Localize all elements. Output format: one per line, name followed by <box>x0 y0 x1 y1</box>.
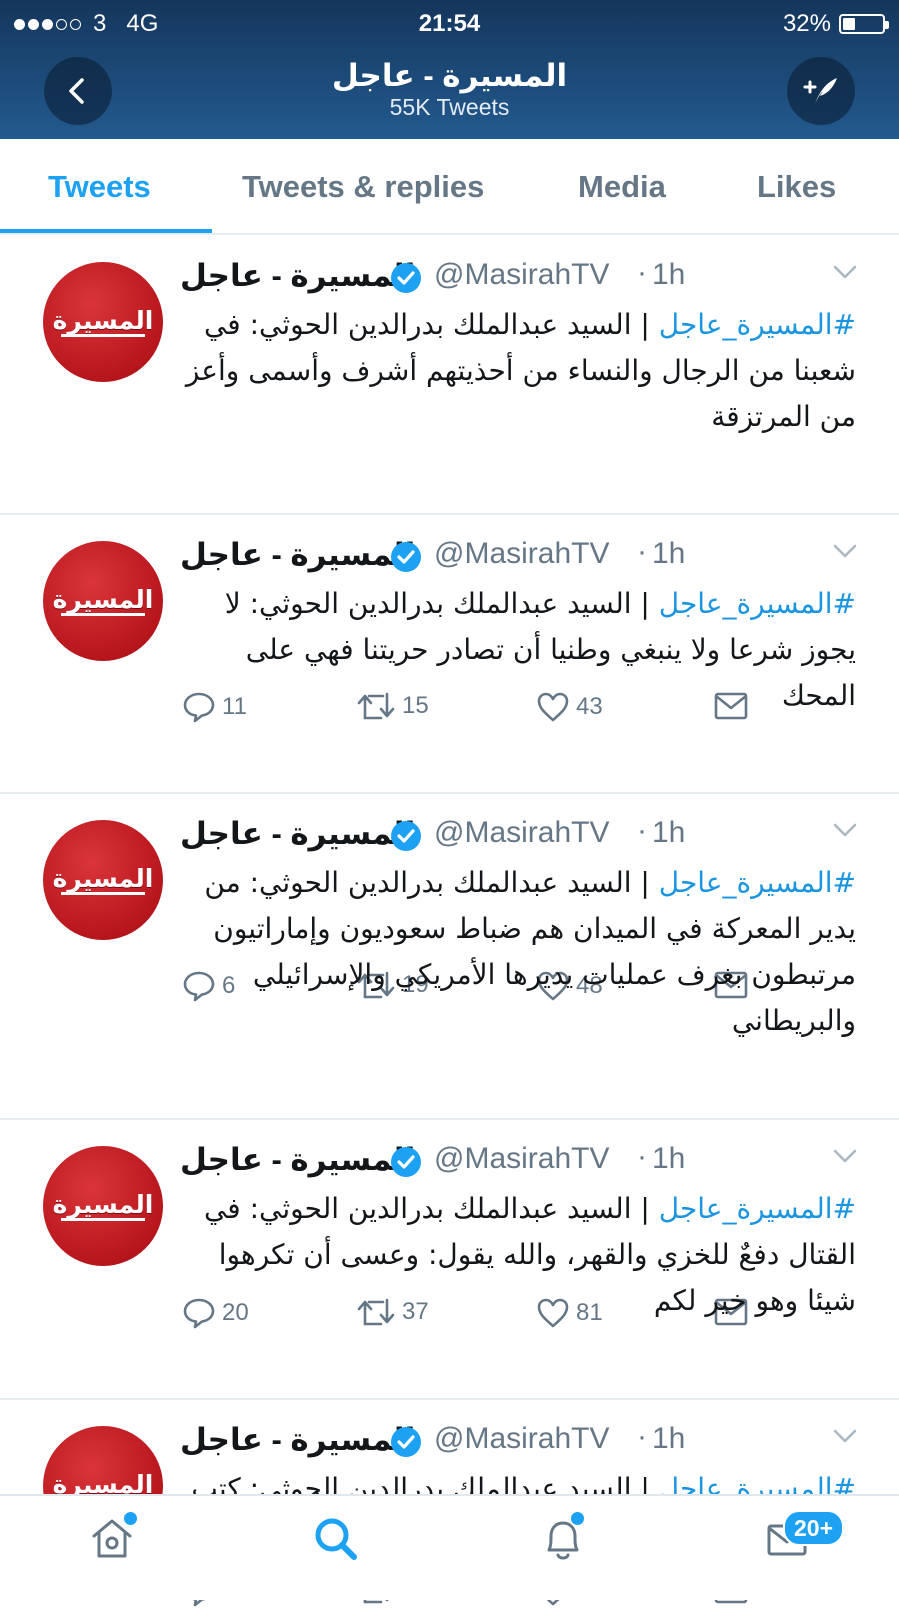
tab-tweets-and-replies[interactable]: Tweets & replies <box>242 169 484 205</box>
compose-tweet-button[interactable] <box>787 57 855 125</box>
nav-search[interactable] <box>311 1514 361 1569</box>
tweet-author-name[interactable]: المسيرة - عاجل <box>180 816 415 852</box>
tweet-separator: · <box>637 256 647 289</box>
chevron-down-icon[interactable] <box>833 264 857 280</box>
profile-tabs: Tweets Tweets & replies Media Likes <box>0 139 899 235</box>
avatar-logo: المسيرة <box>52 306 155 335</box>
tweet-text: #المسيرة_عاجل | السيد عبدالملك بدرالدين … <box>180 860 856 1044</box>
avatar[interactable]: المسيرة <box>43 1146 163 1266</box>
tweet[interactable]: المسيرة المسيرة - عاجل @MasirahTV · 1h #… <box>0 236 899 723</box>
tweet[interactable]: المسيرة المسيرة - عاجل @MasirahTV · 1h #… <box>0 794 899 1329</box>
tweet-author-name[interactable]: المسيرة - عاجل <box>180 537 415 573</box>
status-bar: 3 4G 21:54 32% <box>0 0 899 46</box>
tweet-separator: · <box>637 814 647 847</box>
status-time: 21:54 <box>418 10 481 37</box>
tweet-timestamp[interactable]: 1h <box>652 816 685 850</box>
profile-header: 3 4G 21:54 32% المسيرة - عاجل 55K Tweets <box>0 0 899 139</box>
tweet-hashtag[interactable]: #المسيرة_عاجل <box>659 587 856 620</box>
avatar-logo: المسيرة <box>52 1190 155 1219</box>
tweet-author-handle[interactable]: @MasirahTV <box>434 1142 610 1176</box>
tweet-hashtag[interactable]: #المسيرة_عاجل <box>659 1192 856 1225</box>
tweet-text: #المسيرة_عاجل | السيد عبدالملك بدرالدين … <box>180 302 856 440</box>
tweet-separator: · <box>637 1140 647 1173</box>
tab-media[interactable]: Media <box>578 169 666 205</box>
tweet-author-handle[interactable]: @MasirahTV <box>434 1422 610 1456</box>
page-title: المسيرة - عاجل <box>331 58 568 93</box>
tweet-text: #المسيرة_عاجل | السيد عبدالملك بدرالدين … <box>180 1186 856 1324</box>
tweet[interactable]: المسيرة المسيرة - عاجل @MasirahTV · 1h #… <box>0 515 899 1002</box>
battery-level <box>843 18 855 30</box>
tweet-author-name[interactable]: المسيرة - عاجل <box>180 258 415 294</box>
chevron-down-icon[interactable] <box>833 822 857 838</box>
tab-likes[interactable]: Likes <box>757 169 836 205</box>
verified-badge-icon <box>391 1427 421 1457</box>
active-tab-indicator <box>0 229 212 233</box>
tweet-count: 55K Tweets <box>389 94 510 120</box>
tweet[interactable]: المسيرة المسيرة - عاجل @MasirahTV · 1h #… <box>0 1120 899 1607</box>
tweet-author-handle[interactable]: @MasirahTV <box>434 816 610 850</box>
avatar[interactable]: المسيرة <box>43 262 163 382</box>
tab-tweets[interactable]: Tweets <box>48 169 151 205</box>
tweet-author-handle[interactable]: @MasirahTV <box>434 258 610 292</box>
avatar-logo-bar <box>61 613 145 616</box>
tweet-timestamp[interactable]: 1h <box>652 258 685 292</box>
nav-notifications[interactable] <box>539 1510 587 1569</box>
verified-badge-icon <box>391 1147 421 1177</box>
tweet-timestamp[interactable]: 1h <box>652 1422 685 1456</box>
avatar-logo-bar <box>61 892 145 895</box>
tweet-hashtag[interactable]: #المسيرة_عاجل <box>659 866 856 899</box>
home-new-indicator <box>122 1510 139 1527</box>
avatar-logo: المسيرة <box>52 585 155 614</box>
nav-home[interactable] <box>88 1510 139 1567</box>
avatar-logo-bar <box>61 1218 145 1221</box>
avatar[interactable]: المسيرة <box>43 541 163 661</box>
tweet-separator: · <box>637 1420 647 1453</box>
chevron-down-icon[interactable] <box>833 1148 857 1164</box>
chevron-down-icon[interactable] <box>833 543 857 559</box>
tweet-timestamp[interactable]: 1h <box>652 537 685 571</box>
chevron-down-icon[interactable] <box>833 1428 857 1444</box>
verified-badge-icon <box>391 821 421 851</box>
avatar[interactable]: المسيرة <box>43 820 163 940</box>
search-icon <box>315 1518 357 1560</box>
tweet-text: #المسيرة_عاجل | السيد عبدالملك بدرالدين … <box>180 581 856 719</box>
messages-count-badge: 20+ <box>783 1510 845 1546</box>
avatar-logo-bar <box>61 334 145 337</box>
tweet-hashtag[interactable]: #المسيرة_عاجل <box>659 308 856 341</box>
compose-feather-icon <box>803 78 837 104</box>
avatar-logo: المسيرة <box>52 864 155 893</box>
verified-badge-icon <box>391 542 421 572</box>
battery-percent: 32% <box>782 10 831 37</box>
tweet-author-name[interactable]: المسيرة - عاجل <box>180 1142 415 1178</box>
bottom-tab-bar: 20+ <box>0 1494 899 1600</box>
notifications-new-indicator <box>569 1510 586 1527</box>
tweet-author-name[interactable]: المسيرة - عاجل <box>180 1422 415 1458</box>
verified-badge-icon <box>391 263 421 293</box>
battery-info: 32% <box>782 10 889 38</box>
tweet-timestamp[interactable]: 1h <box>652 1142 685 1176</box>
battery-icon <box>839 14 889 34</box>
tweet-author-handle[interactable]: @MasirahTV <box>434 537 610 571</box>
tweet-separator: · <box>637 535 647 568</box>
